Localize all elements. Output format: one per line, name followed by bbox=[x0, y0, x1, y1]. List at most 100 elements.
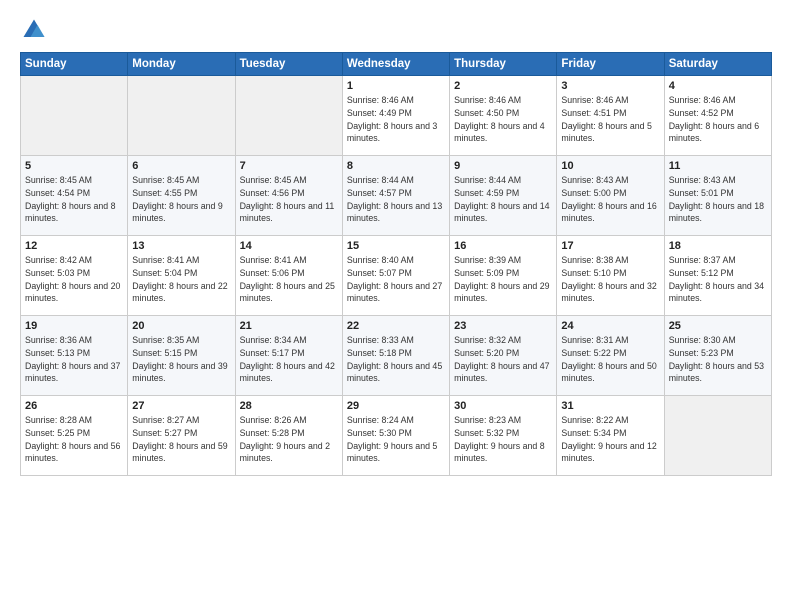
day-info: Sunrise: 8:32 AM Sunset: 5:20 PM Dayligh… bbox=[454, 334, 552, 385]
day-number: 29 bbox=[347, 400, 445, 412]
day-info: Sunrise: 8:46 AM Sunset: 4:51 PM Dayligh… bbox=[561, 94, 659, 145]
calendar-cell: 28 Sunrise: 8:26 AM Sunset: 5:28 PM Dayli… bbox=[235, 396, 342, 476]
weekday-header-row: SundayMondayTuesdayWednesdayThursdayFrid… bbox=[21, 53, 772, 76]
day-info: Sunrise: 8:45 AM Sunset: 4:56 PM Dayligh… bbox=[240, 174, 338, 225]
weekday-header-friday: Friday bbox=[557, 53, 664, 76]
day-number: 5 bbox=[25, 160, 123, 172]
day-number: 1 bbox=[347, 80, 445, 92]
day-number: 24 bbox=[561, 320, 659, 332]
day-number: 19 bbox=[25, 320, 123, 332]
calendar-cell: 21 Sunrise: 8:34 AM Sunset: 5:17 PM Dayli… bbox=[235, 316, 342, 396]
day-number: 18 bbox=[669, 240, 767, 252]
calendar-cell: 2Sunrise: 8:46 AM Sunset: 4:50 PM Daylig… bbox=[450, 76, 557, 156]
weekday-header-wednesday: Wednesday bbox=[342, 53, 449, 76]
day-info: Sunrise: 8:37 AM Sunset: 5:12 PM Dayligh… bbox=[669, 254, 767, 305]
day-info: Sunrise: 8:24 AM Sunset: 5:30 PM Dayligh… bbox=[347, 414, 445, 465]
day-number: 13 bbox=[132, 240, 230, 252]
calendar-cell bbox=[128, 76, 235, 156]
day-info: Sunrise: 8:31 AM Sunset: 5:22 PM Dayligh… bbox=[561, 334, 659, 385]
day-info: Sunrise: 8:42 AM Sunset: 5:03 PM Dayligh… bbox=[25, 254, 123, 305]
calendar-cell: 1 Sunrise: 8:46 AM Sunset: 4:49 PM Daylig… bbox=[342, 76, 449, 156]
day-info: Sunrise: 8:36 AM Sunset: 5:13 PM Dayligh… bbox=[25, 334, 123, 385]
day-info: Sunrise: 8:40 AM Sunset: 5:07 PM Dayligh… bbox=[347, 254, 445, 305]
day-info: Sunrise: 8:46 AM Sunset: 4:52 PM Dayligh… bbox=[669, 94, 767, 145]
logo bbox=[20, 16, 52, 44]
logo-icon bbox=[20, 16, 48, 44]
day-number: 28 bbox=[240, 400, 338, 412]
day-info: Sunrise: 8:44 AM Sunset: 4:59 PM Dayligh… bbox=[454, 174, 552, 225]
calendar-cell: 26 Sunrise: 8:28 AM Sunset: 5:25 PM Dayli… bbox=[21, 396, 128, 476]
day-info: Sunrise: 8:28 AM Sunset: 5:25 PM Dayligh… bbox=[25, 414, 123, 465]
calendar-cell: 3Sunrise: 8:46 AM Sunset: 4:51 PM Daylig… bbox=[557, 76, 664, 156]
day-number: 30 bbox=[454, 400, 552, 412]
calendar-table: SundayMondayTuesdayWednesdayThursdayFrid… bbox=[20, 52, 772, 476]
day-info: Sunrise: 8:30 AM Sunset: 5:23 PM Dayligh… bbox=[669, 334, 767, 385]
day-info: Sunrise: 8:39 AM Sunset: 5:09 PM Dayligh… bbox=[454, 254, 552, 305]
day-number: 11 bbox=[669, 160, 767, 172]
day-number: 20 bbox=[132, 320, 230, 332]
day-info: Sunrise: 8:22 AM Sunset: 5:34 PM Dayligh… bbox=[561, 414, 659, 465]
day-info: Sunrise: 8:27 AM Sunset: 5:27 PM Dayligh… bbox=[132, 414, 230, 465]
calendar-cell: 22 Sunrise: 8:33 AM Sunset: 5:18 PM Dayli… bbox=[342, 316, 449, 396]
weekday-header-tuesday: Tuesday bbox=[235, 53, 342, 76]
day-number: 7 bbox=[240, 160, 338, 172]
day-info: Sunrise: 8:23 AM Sunset: 5:32 PM Dayligh… bbox=[454, 414, 552, 465]
calendar-cell: 15 Sunrise: 8:40 AM Sunset: 5:07 PM Dayli… bbox=[342, 236, 449, 316]
day-info: Sunrise: 8:46 AM Sunset: 4:49 PM Dayligh… bbox=[347, 94, 445, 145]
day-info: Sunrise: 8:45 AM Sunset: 4:54 PM Dayligh… bbox=[25, 174, 123, 225]
day-number: 26 bbox=[25, 400, 123, 412]
week-row-3: 12 Sunrise: 8:42 AM Sunset: 5:03 PM Dayli… bbox=[21, 236, 772, 316]
day-number: 25 bbox=[669, 320, 767, 332]
week-row-2: 5 Sunrise: 8:45 AM Sunset: 4:54 PM Daylig… bbox=[21, 156, 772, 236]
day-number: 16 bbox=[454, 240, 552, 252]
header bbox=[20, 16, 772, 44]
calendar-cell: 25 Sunrise: 8:30 AM Sunset: 5:23 PM Dayli… bbox=[664, 316, 771, 396]
calendar-cell: 7 Sunrise: 8:45 AM Sunset: 4:56 PM Daylig… bbox=[235, 156, 342, 236]
calendar-cell: 20 Sunrise: 8:35 AM Sunset: 5:15 PM Dayli… bbox=[128, 316, 235, 396]
day-number: 12 bbox=[25, 240, 123, 252]
calendar-cell: 10Sunrise: 8:43 AM Sunset: 5:00 PM Dayli… bbox=[557, 156, 664, 236]
day-info: Sunrise: 8:26 AM Sunset: 5:28 PM Dayligh… bbox=[240, 414, 338, 465]
day-info: Sunrise: 8:33 AM Sunset: 5:18 PM Dayligh… bbox=[347, 334, 445, 385]
calendar-cell: 23 Sunrise: 8:32 AM Sunset: 5:20 PM Dayli… bbox=[450, 316, 557, 396]
day-info: Sunrise: 8:41 AM Sunset: 5:04 PM Dayligh… bbox=[132, 254, 230, 305]
day-number: 21 bbox=[240, 320, 338, 332]
day-number: 22 bbox=[347, 320, 445, 332]
day-number: 10 bbox=[561, 160, 659, 172]
calendar-cell: 31 Sunrise: 8:22 AM Sunset: 5:34 PM Dayli… bbox=[557, 396, 664, 476]
day-number: 23 bbox=[454, 320, 552, 332]
calendar-page: SundayMondayTuesdayWednesdayThursdayFrid… bbox=[0, 0, 792, 612]
calendar-cell: 24 Sunrise: 8:31 AM Sunset: 5:22 PM Dayli… bbox=[557, 316, 664, 396]
day-number: 6 bbox=[132, 160, 230, 172]
calendar-cell bbox=[235, 76, 342, 156]
day-number: 27 bbox=[132, 400, 230, 412]
calendar-cell: 4 Sunrise: 8:46 AM Sunset: 4:52 PM Daylig… bbox=[664, 76, 771, 156]
day-number: 4 bbox=[669, 80, 767, 92]
day-number: 2 bbox=[454, 80, 552, 92]
calendar-cell: 19 Sunrise: 8:36 AM Sunset: 5:13 PM Dayli… bbox=[21, 316, 128, 396]
calendar-cell: 14Sunrise: 8:41 AM Sunset: 5:06 PM Dayli… bbox=[235, 236, 342, 316]
weekday-header-monday: Monday bbox=[128, 53, 235, 76]
calendar-cell: 5 Sunrise: 8:45 AM Sunset: 4:54 PM Daylig… bbox=[21, 156, 128, 236]
calendar-cell: 9Sunrise: 8:44 AM Sunset: 4:59 PM Daylig… bbox=[450, 156, 557, 236]
weekday-header-saturday: Saturday bbox=[664, 53, 771, 76]
day-info: Sunrise: 8:34 AM Sunset: 5:17 PM Dayligh… bbox=[240, 334, 338, 385]
calendar-cell: 11 Sunrise: 8:43 AM Sunset: 5:01 PM Dayli… bbox=[664, 156, 771, 236]
weekday-header-sunday: Sunday bbox=[21, 53, 128, 76]
day-info: Sunrise: 8:35 AM Sunset: 5:15 PM Dayligh… bbox=[132, 334, 230, 385]
week-row-4: 19 Sunrise: 8:36 AM Sunset: 5:13 PM Dayli… bbox=[21, 316, 772, 396]
day-info: Sunrise: 8:43 AM Sunset: 5:01 PM Dayligh… bbox=[669, 174, 767, 225]
day-info: Sunrise: 8:38 AM Sunset: 5:10 PM Dayligh… bbox=[561, 254, 659, 305]
calendar-cell: 17Sunrise: 8:38 AM Sunset: 5:10 PM Dayli… bbox=[557, 236, 664, 316]
calendar-cell bbox=[664, 396, 771, 476]
day-info: Sunrise: 8:45 AM Sunset: 4:55 PM Dayligh… bbox=[132, 174, 230, 225]
calendar-cell bbox=[21, 76, 128, 156]
day-number: 15 bbox=[347, 240, 445, 252]
calendar-cell: 6 Sunrise: 8:45 AM Sunset: 4:55 PM Daylig… bbox=[128, 156, 235, 236]
week-row-1: 1 Sunrise: 8:46 AM Sunset: 4:49 PM Daylig… bbox=[21, 76, 772, 156]
day-number: 31 bbox=[561, 400, 659, 412]
day-number: 8 bbox=[347, 160, 445, 172]
day-number: 14 bbox=[240, 240, 338, 252]
calendar-cell: 12 Sunrise: 8:42 AM Sunset: 5:03 PM Dayli… bbox=[21, 236, 128, 316]
calendar-cell: 8Sunrise: 8:44 AM Sunset: 4:57 PM Daylig… bbox=[342, 156, 449, 236]
